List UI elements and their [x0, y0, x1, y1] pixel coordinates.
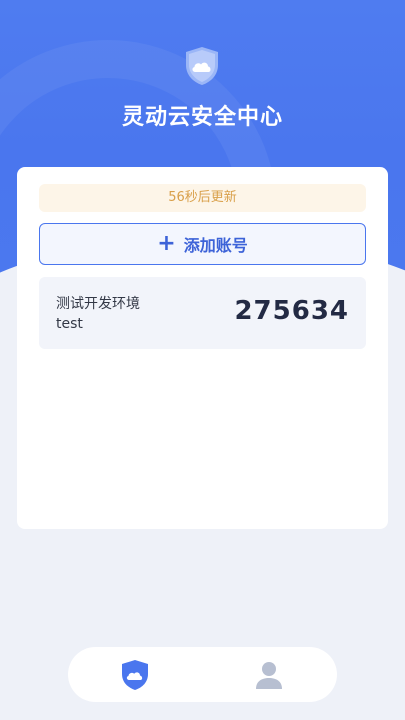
add-account-button[interactable]: + 添加账号	[39, 223, 366, 265]
shield-cloud-icon	[186, 47, 218, 85]
plus-icon: +	[157, 231, 176, 256]
account-username: test	[56, 316, 83, 332]
tab-user-icon[interactable]	[254, 660, 284, 690]
account-list-item[interactable]: 测试开发环境 test 275634	[39, 277, 366, 349]
refresh-countdown-notice: 56秒后更新	[39, 184, 366, 212]
tab-security-shield-icon[interactable]	[120, 659, 150, 691]
page-title: 灵动云安全中心	[121, 105, 283, 130]
bottom-tab-bar	[68, 647, 337, 702]
add-account-label: 添加账号	[183, 236, 248, 255]
main-card: 56秒后更新 + 添加账号 测试开发环境 test 275634	[17, 167, 388, 529]
account-name: 测试开发环境	[56, 296, 140, 312]
otp-code: 275634	[234, 296, 349, 326]
